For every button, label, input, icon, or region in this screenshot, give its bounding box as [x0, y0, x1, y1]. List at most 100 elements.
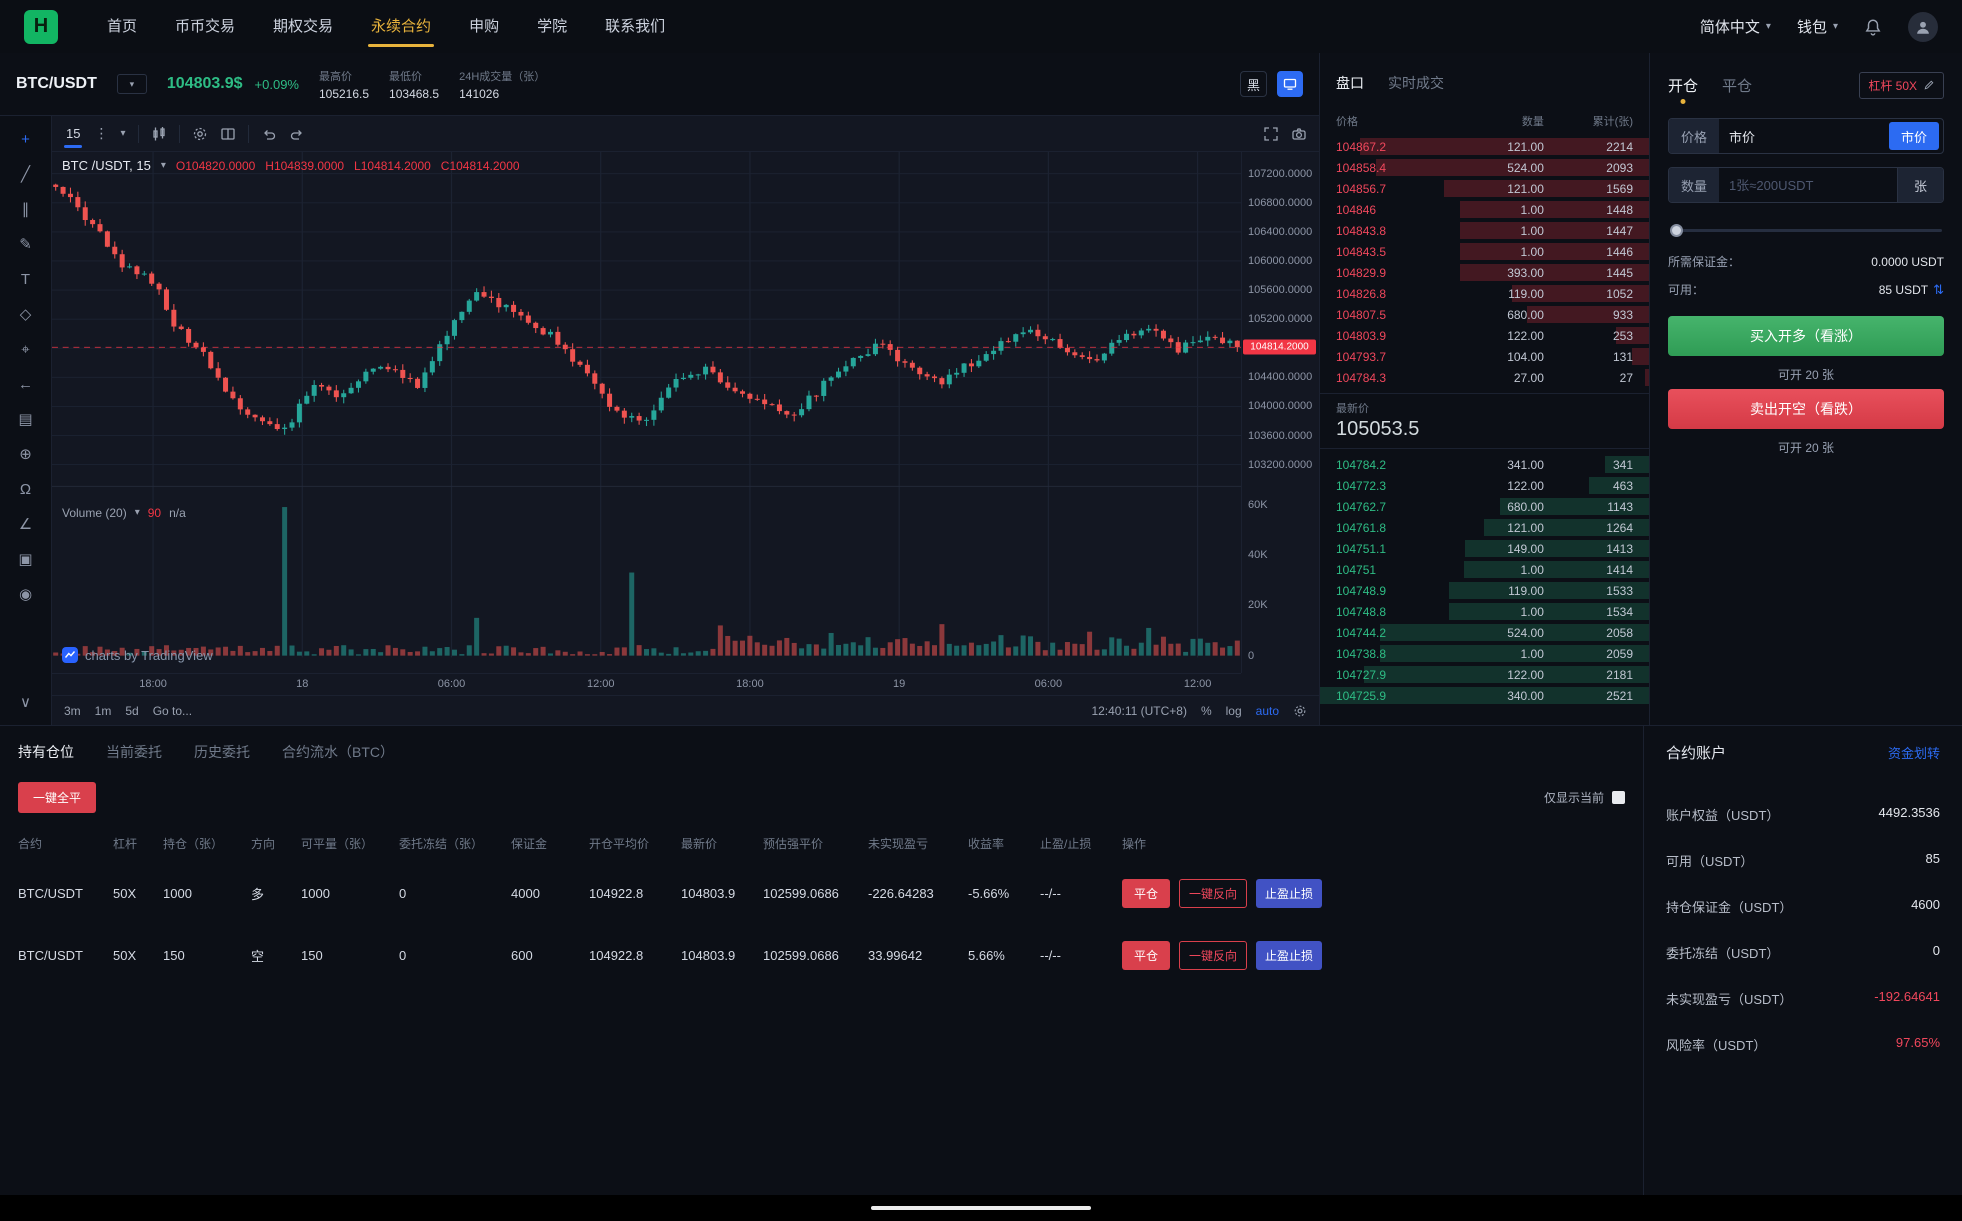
- range-5d-button[interactable]: 5d: [125, 704, 138, 718]
- display-toggle-button[interactable]: [1277, 71, 1303, 97]
- candlestick-style-icon[interactable]: [151, 126, 167, 142]
- chevron-down-icon[interactable]: ▾: [161, 160, 166, 171]
- orderbook-bid-row[interactable]: 104738.8 1.00 2059: [1320, 643, 1649, 664]
- reverse-position-button[interactable]: 一键反向: [1179, 878, 1248, 908]
- kebab-menu-icon[interactable]: ⋮: [94, 125, 108, 142]
- layout-grid-icon[interactable]: [220, 126, 236, 142]
- reverse-position-button[interactable]: 一键反向: [1179, 940, 1248, 970]
- crosshair-icon[interactable]: +: [12, 128, 40, 150]
- tab-close-position[interactable]: 平仓: [1722, 75, 1752, 96]
- nav-item-5[interactable]: 申购: [450, 0, 518, 53]
- text-tool-icon[interactable]: T: [12, 268, 40, 290]
- orderbook-bid-row[interactable]: 104751.1 149.00 1413: [1320, 538, 1649, 559]
- orderbook-bid-row[interactable]: 104727.9 122.00 2181: [1320, 664, 1649, 685]
- chevron-down-icon[interactable]: ▾: [120, 128, 125, 139]
- buy-long-button[interactable]: 买入开多（看涨）: [1668, 316, 1944, 356]
- nav-item-6[interactable]: 学院: [518, 0, 586, 53]
- orderbook-bid-row[interactable]: 104762.7 680.00 1143: [1320, 496, 1649, 517]
- range-1m-button[interactable]: 1m: [95, 704, 112, 718]
- redo-icon[interactable]: [289, 126, 305, 142]
- positions-tab-4[interactable]: 合约流水（BTC）: [282, 742, 394, 762]
- shapes-icon[interactable]: ◇: [12, 303, 40, 325]
- scale-auto-button[interactable]: auto: [1256, 704, 1279, 718]
- orderbook-ask-row[interactable]: 104829.9 393.00 1445: [1320, 262, 1649, 283]
- tab-trades[interactable]: 实时成交: [1388, 73, 1444, 93]
- fund-transfer-link[interactable]: 资金划转: [1888, 743, 1940, 762]
- brush-icon[interactable]: ✎: [12, 233, 40, 255]
- user-avatar[interactable]: [1908, 11, 1938, 42]
- goto-button[interactable]: Go to...: [153, 704, 192, 718]
- orderbook-bid-row[interactable]: 104751 1.00 1414: [1320, 559, 1649, 580]
- axis-settings-gear-icon[interactable]: [1293, 704, 1307, 718]
- bell-icon[interactable]: [1864, 18, 1882, 36]
- scale-log-button[interactable]: log: [1226, 704, 1242, 718]
- transfer-icon[interactable]: ⇅: [1933, 282, 1944, 298]
- orderbook-ask-row[interactable]: 104784.3 27.00 27: [1320, 367, 1649, 388]
- close-position-button[interactable]: 平仓: [1122, 940, 1171, 970]
- more-tools-icon[interactable]: ∨: [12, 691, 40, 713]
- wallet-menu[interactable]: 钱包 ▾: [1797, 16, 1838, 37]
- interval-button[interactable]: 15: [64, 126, 83, 148]
- nav-item-2[interactable]: 币币交易: [156, 0, 254, 53]
- brand-logo[interactable]: H: [24, 9, 58, 44]
- fullscreen-icon[interactable]: [1263, 126, 1279, 142]
- orderbook-bid-row[interactable]: 104748.8 1.00 1534: [1320, 601, 1649, 622]
- sell-short-button[interactable]: 卖出开空（看跌）: [1668, 389, 1944, 429]
- zoom-icon[interactable]: ⊕: [12, 443, 40, 465]
- tpsl-button[interactable]: 止盈止损: [1256, 878, 1323, 908]
- orderbook-bid-row[interactable]: 104761.8 121.00 1264: [1320, 517, 1649, 538]
- position-tool-icon[interactable]: ⌖: [12, 338, 40, 360]
- chart-canvas[interactable]: BTC /USDT, 15 ▾ O104820.0000 H104839.0000…: [52, 152, 1319, 695]
- orderbook-ask-row[interactable]: 104856.7 121.00 1569: [1320, 178, 1649, 199]
- orderbook-bid-row[interactable]: 104748.9 119.00 1533: [1320, 580, 1649, 601]
- only-current-checkbox[interactable]: [1612, 791, 1625, 804]
- orderbook-bid-row[interactable]: 104744.2 524.00 2058: [1320, 622, 1649, 643]
- orderbook-ask-row[interactable]: 104803.9 122.00 253: [1320, 325, 1649, 346]
- market-price-button[interactable]: 市价: [1889, 122, 1939, 150]
- orderbook-ask-row[interactable]: 104807.5 680.00 933: [1320, 304, 1649, 325]
- bars-pattern-icon[interactable]: ▤: [12, 408, 40, 430]
- positions-tab-1[interactable]: 持有仓位: [18, 742, 74, 762]
- orderbook-ask-row[interactable]: 104867.2 121.00 2214: [1320, 136, 1649, 157]
- positions-tab-2[interactable]: 当前委托: [106, 742, 162, 762]
- eye-icon[interactable]: ◉: [12, 583, 40, 605]
- lock-icon[interactable]: ▣: [12, 548, 40, 570]
- tab-orderbook[interactable]: 盘口: [1336, 73, 1364, 93]
- orderbook-bid-row[interactable]: 104772.3 122.00 463: [1320, 475, 1649, 496]
- time-axis[interactable]: 18:00 18 06:00 12:00 18:00 19 06:00 12:00: [52, 673, 1241, 695]
- positions-tab-3[interactable]: 历史委托: [194, 742, 250, 762]
- price-field-value[interactable]: 市价: [1719, 127, 1889, 146]
- price-axis[interactable]: 104814.2000 107200.0000 106800.0000 106400…: [1241, 152, 1319, 673]
- tab-open-position[interactable]: 开仓: [1668, 75, 1698, 96]
- measure-icon[interactable]: ∠: [12, 513, 40, 535]
- close-position-button[interactable]: 平仓: [1122, 878, 1171, 908]
- amount-input[interactable]: [1719, 177, 1897, 193]
- volume-legend-label[interactable]: Volume (20): [62, 506, 127, 520]
- orderbook-ask-row[interactable]: 104826.8 119.00 1052: [1320, 283, 1649, 304]
- orderbook-ask-row[interactable]: 104843.5 1.00 1446: [1320, 241, 1649, 262]
- trend-line-icon[interactable]: ╱: [12, 163, 40, 185]
- parallel-channel-icon[interactable]: ∥: [12, 198, 40, 220]
- nav-item-7[interactable]: 联系我们: [586, 0, 684, 53]
- tradingview-watermark[interactable]: charts by TradingView: [62, 647, 213, 663]
- orderbook-ask-row[interactable]: 104846 1.00 1448: [1320, 199, 1649, 220]
- tpsl-button[interactable]: 止盈止损: [1256, 940, 1323, 970]
- leverage-button[interactable]: 杠杆 50X: [1859, 71, 1944, 99]
- undo-icon[interactable]: [261, 126, 277, 142]
- camera-icon[interactable]: [1291, 126, 1307, 142]
- hide-panel-icon[interactable]: ←: [12, 373, 40, 395]
- orderbook-ask-row[interactable]: 104843.8 1.00 1447: [1320, 220, 1649, 241]
- range-3m-button[interactable]: 3m: [64, 704, 81, 718]
- slider-knob[interactable]: [1670, 224, 1683, 237]
- nav-item-4[interactable]: 永续合约: [352, 0, 450, 53]
- language-selector[interactable]: 简体中文 ▾: [1700, 16, 1771, 37]
- legend-symbol[interactable]: BTC /USDT, 15: [62, 158, 151, 173]
- price-chart[interactable]: [52, 152, 1241, 673]
- orderbook-bid-row[interactable]: 104784.2 341.00 341: [1320, 454, 1649, 475]
- scale-%-button[interactable]: %: [1201, 704, 1212, 718]
- orderbook-bid-row[interactable]: 104725.9 340.00 2521: [1320, 685, 1649, 706]
- chevron-down-icon[interactable]: ▾: [135, 507, 140, 518]
- magnet-icon[interactable]: Ω: [12, 478, 40, 500]
- nav-item-3[interactable]: 期权交易: [254, 0, 352, 53]
- orderbook-ask-row[interactable]: 104858.4 524.00 2093: [1320, 157, 1649, 178]
